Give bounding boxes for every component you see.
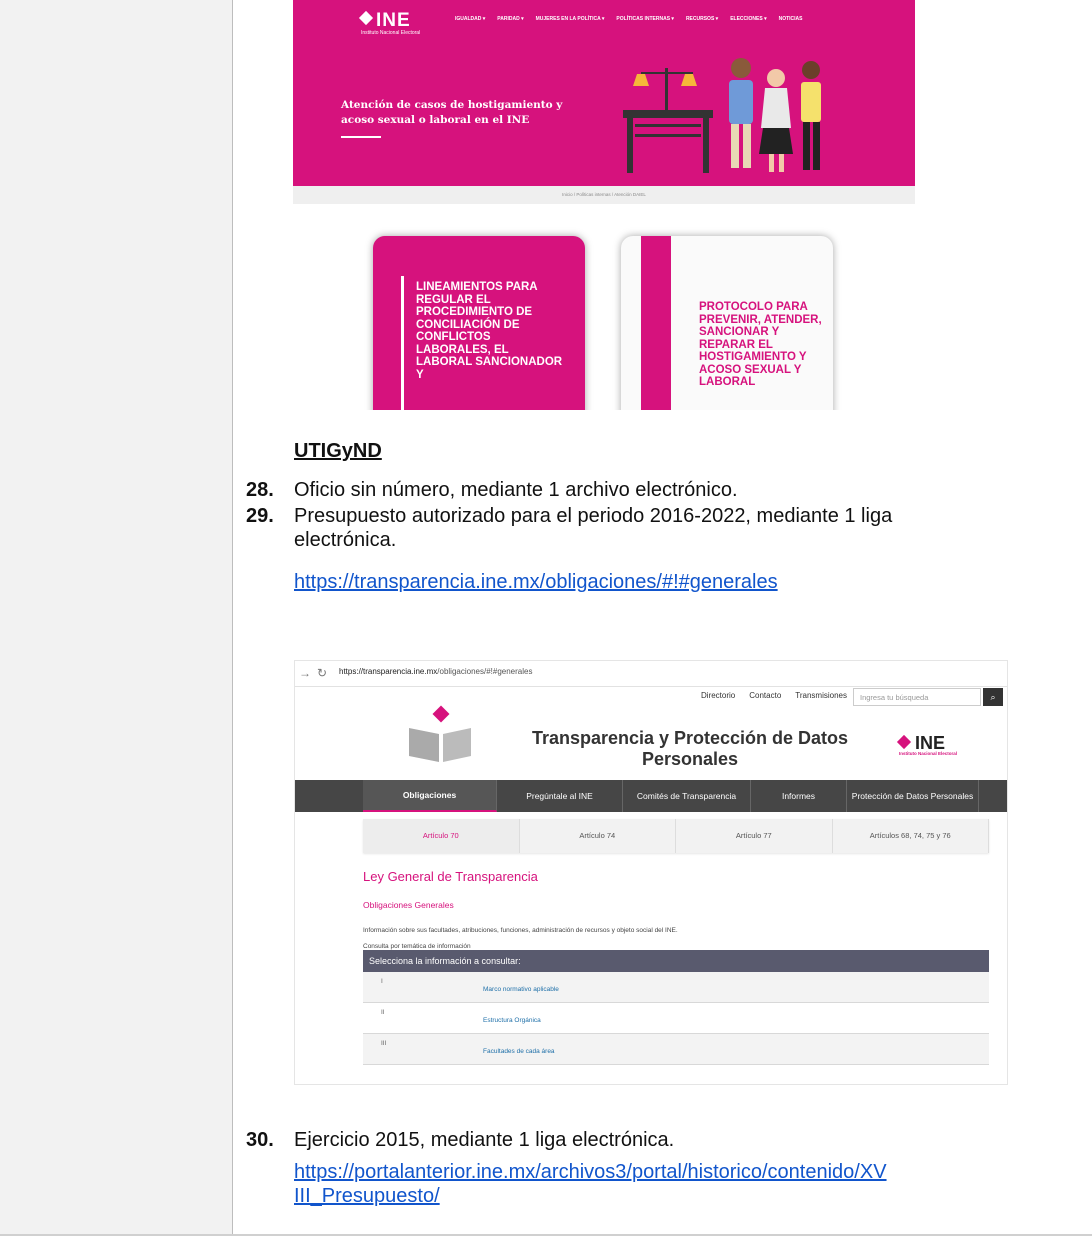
- row-roman: I: [381, 978, 383, 985]
- main-menu: Obligaciones Pregúntale al INE Comités d…: [295, 780, 1007, 812]
- search-input[interactable]: Ingresa tu búsqueda: [853, 688, 981, 706]
- tab-articulo-77[interactable]: Artículo 77: [676, 819, 833, 853]
- ine-logo: INE Instituto Nacional Electoral: [896, 733, 957, 756]
- row-roman: III: [381, 1040, 387, 1047]
- url-text[interactable]: https://transparencia.ine.mx/obligacione…: [339, 667, 532, 676]
- row-link[interactable]: Estructura Orgánica: [483, 1017, 541, 1024]
- nav-item[interactable]: NOTICIAS: [779, 16, 803, 22]
- tab-obligaciones[interactable]: Obligaciones: [363, 780, 497, 812]
- tab-articulo-70[interactable]: Artículo 70: [363, 819, 520, 853]
- card-band: [641, 236, 671, 410]
- nav-item[interactable]: ELECCIONES ▾: [730, 16, 766, 22]
- ine-diamond-icon: [358, 10, 374, 26]
- tab-proteccion-datos[interactable]: Protección de Datos Personales: [847, 780, 979, 812]
- transparency-page-screenshot: → ↻ https://transparencia.ine.mx/obligac…: [294, 660, 1008, 1085]
- row-link[interactable]: Marco normativo aplicable: [483, 986, 559, 993]
- table-row[interactable]: I Marco normativo aplicable: [363, 972, 989, 1003]
- tab-articulo-74[interactable]: Artículo 74: [520, 819, 676, 853]
- article-tabs: Artículo 70 Artículo 74 Artículo 77 Artí…: [363, 819, 989, 853]
- book-logo-icon: [409, 705, 471, 762]
- consult-text: Consulta por temática de información: [363, 943, 471, 950]
- portal-link-line2[interactable]: III_Presupuesto/: [294, 1184, 440, 1208]
- search-icon[interactable]: ⌕: [983, 688, 1003, 706]
- transparency-link[interactable]: https://transparencia.ine.mx/obligacione…: [294, 570, 778, 594]
- law-heading: Ley General de Transparencia: [363, 869, 538, 884]
- page-title: Transparencia y Protección de Datos Pers…: [531, 728, 849, 769]
- top-links: Directorio Contacto Transmisiones: [701, 691, 847, 700]
- card-title: LINEAMIENTOS PARA REGULAR EL PROCEDIMIEN…: [416, 281, 563, 381]
- info-text: Información sobre sus facultades, atribu…: [363, 927, 678, 934]
- browser-address-bar: → ↻ https://transparencia.ine.mx/obligac…: [295, 661, 1007, 687]
- ine-logo: INE Instituto Nacional Electoral: [358, 10, 420, 36]
- select-info-bar: Selecciona la información a consultar:: [363, 950, 989, 972]
- breadcrumb: Inicio / Políticas internas / Atención D…: [293, 186, 915, 204]
- protocolo-card[interactable]: PROTOCOLO PARA PREVENIR, ATENDER, SANCIO…: [621, 236, 833, 410]
- hero-title: Atención de casos de hostigamiento y aco…: [341, 99, 563, 126]
- item-text: Presupuesto autorizado para el periodo 2…: [294, 505, 893, 527]
- section-heading: UTIGyND: [294, 440, 382, 462]
- hero-banner: INE Instituto Nacional Electoral IGUALDA…: [293, 0, 915, 186]
- refresh-icon[interactable]: ↻: [317, 666, 327, 680]
- people-and-scales-illustration: [623, 58, 821, 173]
- list-item-28: 28. Oficio sin número, mediante 1 archivo…: [246, 478, 738, 502]
- card-accent-bar: [401, 276, 404, 410]
- directorio-link[interactable]: Directorio: [701, 691, 735, 700]
- tab-comites[interactable]: Comités de Transparencia: [623, 780, 751, 812]
- nav-item[interactable]: MUJERES EN LA POLÍTICA ▾: [536, 16, 605, 22]
- list-item-30: 30. Ejercicio 2015, mediante 1 liga elect…: [246, 1128, 674, 1152]
- ine-nav: IGUALDAD ▾ PARIDAD ▾ MUJERES EN LA POLÍT…: [455, 16, 802, 22]
- row-roman: II: [381, 1009, 385, 1016]
- item-text-continued: electrónica.: [294, 529, 397, 551]
- item-text: Oficio sin número, mediante 1 archivo el…: [294, 479, 738, 501]
- ine-diamond-icon: [896, 734, 912, 750]
- item-text: Ejercicio 2015, mediante 1 liga electrón…: [294, 1129, 675, 1151]
- item-number: 28.: [246, 479, 274, 501]
- ine-page-screenshot: INE Instituto Nacional Electoral IGUALDA…: [293, 0, 915, 410]
- hero-underline: [341, 136, 381, 138]
- table-row[interactable]: II Estructura Orgánica: [363, 1003, 989, 1034]
- list-item-29: 29. Presupuesto autorizado para el period…: [246, 504, 892, 528]
- portal-link-line1[interactable]: https://portalanterior.ine.mx/archivos3/…: [294, 1160, 887, 1184]
- lineamientos-card[interactable]: LINEAMIENTOS PARA REGULAR EL PROCEDIMIEN…: [373, 236, 585, 410]
- back-arrow-icon[interactable]: →: [299, 666, 311, 680]
- nav-item[interactable]: POLÍTICAS INTERNAS ▾: [616, 16, 674, 22]
- obligations-subheading: Obligaciones Generales: [363, 900, 454, 910]
- nav-item[interactable]: IGUALDAD ▾: [455, 16, 485, 22]
- item-number: 30.: [246, 1129, 274, 1151]
- nav-item[interactable]: PARIDAD ▾: [497, 16, 523, 22]
- contacto-link[interactable]: Contacto: [749, 691, 781, 700]
- item-number: 29.: [246, 505, 274, 527]
- row-link[interactable]: Facultades de cada área: [483, 1048, 555, 1055]
- tab-informes[interactable]: Informes: [751, 780, 847, 812]
- nav-item[interactable]: RECURSOS ▾: [686, 16, 718, 22]
- card-title: PROTOCOLO PARA PREVENIR, ATENDER, SANCIO…: [699, 301, 822, 388]
- table-left-column: [0, 0, 233, 1236]
- table-row[interactable]: III Facultades de cada área: [363, 1034, 989, 1065]
- tab-articulos-68-74-75-76[interactable]: Artículos 68, 74, 75 y 76: [833, 819, 989, 853]
- tab-preguntale[interactable]: Pregúntale al INE: [497, 780, 623, 812]
- transmisiones-link[interactable]: Transmisiones: [795, 691, 847, 700]
